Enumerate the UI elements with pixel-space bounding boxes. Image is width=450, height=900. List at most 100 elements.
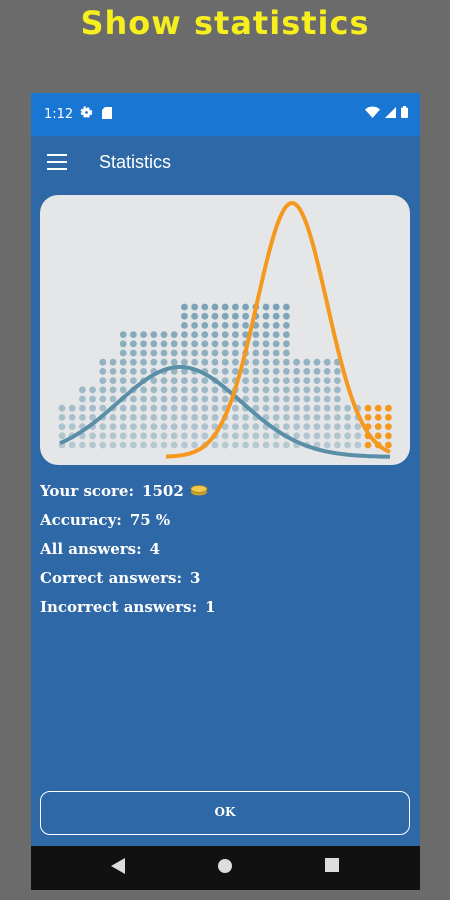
histogram-dot [242,312,250,320]
histogram-dot [334,377,341,384]
histogram-dot [140,331,147,338]
histogram-dot [262,377,270,384]
histogram-dot [68,404,76,412]
histogram-dot [283,312,290,320]
histogram-dot [160,404,168,412]
histogram-dot [283,358,290,366]
histogram-dot [191,386,199,394]
histogram-dot [160,441,168,449]
status-icons-right [365,106,408,118]
histogram-dot-highlight [364,441,372,449]
histogram-dot [313,377,321,384]
histogram-dot [150,441,158,449]
histogram-dot [140,349,147,357]
histogram-dot [293,368,300,375]
histogram-dot [242,377,250,384]
histogram-dot [211,368,219,375]
phone-screen: 1:12 Statistics Your score: 1502 Accurac… [31,93,420,890]
histogram-dot [160,414,168,421]
histogram-dot [323,368,331,375]
histogram-dot [191,377,199,384]
histogram-dot [262,322,270,329]
histogram-dot [160,386,168,394]
histogram-dot [323,404,331,412]
histogram-dot [181,377,188,384]
histogram-dot [293,386,300,394]
histogram-dot-highlight [385,432,392,440]
histogram-dot [211,404,219,412]
histogram-dot [242,441,250,449]
histogram-dot [272,368,280,375]
histogram-dot [191,331,199,338]
histogram-dot [150,386,158,394]
histogram-dot [99,368,107,375]
hamburger-menu-icon[interactable] [47,154,67,170]
histogram-dot [313,432,321,440]
histogram-dot [119,368,127,375]
histogram-dot [272,386,280,394]
histogram-dot [283,423,290,430]
histogram-dot [140,386,147,394]
histogram-dot [232,349,239,357]
histogram-dot [283,368,290,375]
histogram-dot [303,386,311,394]
histogram-dot [170,404,178,412]
correct-answers-value: 3 [190,569,201,587]
histogram-dot [211,395,219,403]
histogram-dot [283,349,290,357]
histogram-dot [191,441,199,449]
histogram-dot [232,404,239,412]
histogram-dot [211,386,219,394]
histogram-dot [140,423,147,430]
histogram-dot [313,423,321,430]
histogram-dot [262,432,270,440]
histogram-dot [283,404,290,412]
histogram-dot [313,404,321,412]
histogram-dot [252,368,260,375]
histogram-dot [293,404,300,412]
histogram-dot [191,312,199,320]
statistics-chart-card [40,195,410,465]
histogram-dot [99,377,107,384]
histogram-dot [221,358,229,366]
status-bar: 1:12 [31,93,420,136]
histogram-dot [181,312,188,320]
histogram-dot [181,432,188,440]
histogram-dot [150,340,158,348]
histogram-dot [211,414,219,421]
histogram-dot [283,340,290,348]
histogram-dot [344,441,351,449]
histogram-dot [303,404,311,412]
histogram-dot [221,331,229,338]
histogram-dot [232,340,239,348]
histogram-dot [293,432,300,440]
histogram-dot [211,312,219,320]
histogram-dot [119,377,127,384]
histogram-dot-highlight [385,423,392,430]
histogram-dot [99,432,107,440]
accuracy-value: 75 % [129,511,171,529]
histogram-dot [323,377,331,384]
histogram-dot [140,414,147,421]
histogram-dot [160,331,168,338]
back-triangle-icon[interactable] [111,858,125,874]
histogram-dot [191,349,199,357]
histogram-dot [109,414,117,421]
recents-square-icon[interactable] [325,858,339,872]
histogram-dot [119,331,127,338]
ok-button[interactable]: OK [40,791,410,835]
histogram-dot [232,414,239,421]
histogram-dot [242,432,250,440]
histogram-dot [119,404,127,412]
histogram-dot [181,358,188,366]
histogram-dot [201,358,209,366]
histogram-dot [221,377,229,384]
correct-answers-label: Correct answers: [40,569,182,587]
promo-title: Show statistics [80,4,370,42]
histogram-dot [109,395,117,403]
histogram-dot [181,404,188,412]
home-circle-icon[interactable] [217,858,233,874]
all-answers-value: 4 [149,540,161,558]
histogram-dot [252,395,260,403]
histogram-dot [344,414,351,421]
